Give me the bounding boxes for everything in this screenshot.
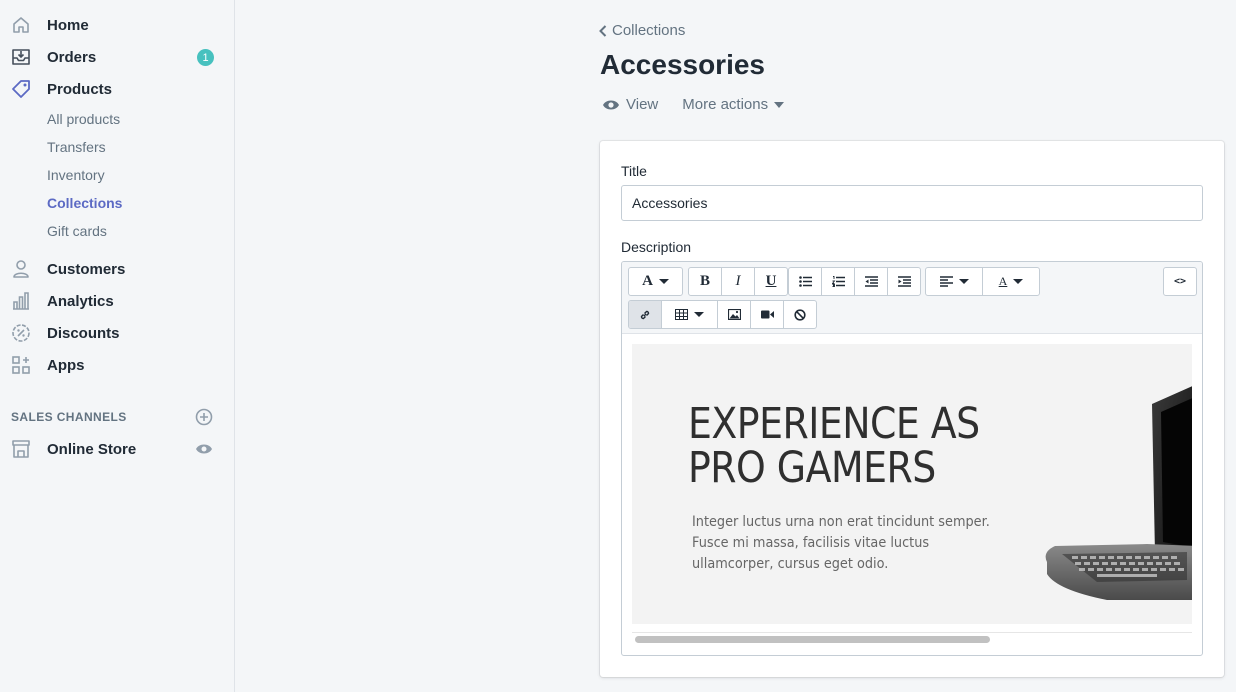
store-icon [10,438,32,460]
sidebar-subitem-gift-cards[interactable]: Gift cards [47,223,107,239]
breadcrumb-label: Collections [612,22,686,39]
code-view-group: <> [1163,267,1197,296]
link-icon [640,310,650,319]
text-color-icon: A [998,274,1008,288]
nav-item-label: Orders [47,48,97,66]
nav-item-label: Discounts [47,324,120,342]
scrollbar-thumb[interactable] [635,636,990,643]
bar-chart-icon [10,290,32,312]
italic-button[interactable]: I [722,268,755,295]
sidebar-subitem-all-products[interactable]: All products [47,111,120,127]
outdent-icon [864,276,878,287]
add-sales-channel-icon[interactable] [195,408,213,426]
font-style-dropdown[interactable]: A [629,268,682,295]
view-button[interactable]: View [602,96,658,113]
nav-item-analytics[interactable]: Analytics [0,285,234,317]
insert-group [628,300,817,329]
caret-down-icon [1013,279,1024,284]
hero-heading-line: PRO GAMERS [688,443,936,493]
sidebar: Home Orders 1 Products All products Tran… [0,0,235,692]
font-style-group: A [628,267,683,296]
indent-button[interactable] [888,268,920,295]
nav-item-customers[interactable]: Customers [0,253,234,285]
person-icon [10,258,32,280]
table-icon [675,309,688,320]
bullet-list-button[interactable] [789,268,822,295]
bullet-list-icon [798,276,812,287]
align-left-icon [939,276,953,287]
insert-link-button[interactable] [629,301,662,328]
list-indent-group [788,267,921,296]
orders-count-badge: 1 [197,49,214,66]
view-button-label: View [626,96,659,113]
caret-down-icon [694,312,704,317]
insert-image-button[interactable] [718,301,751,328]
underline-button[interactable]: U [755,268,787,295]
nav-item-label: Customers [47,260,126,278]
title-label: Title [621,163,647,179]
nav-item-label: Online Store [47,440,137,458]
editor-toolbar: A B I U A <> [622,262,1202,334]
editor-content-area[interactable]: EXPERIENCE AS PRO GAMERS Integer luctus … [632,344,1192,624]
caret-down-icon [774,101,785,108]
collection-details-card: Title Description A B I U [600,141,1224,677]
sidebar-subitem-inventory[interactable]: Inventory [47,167,105,183]
rich-text-editor: A B I U A <> EXPERIENCE AS PRO GAMERS In… [621,261,1203,656]
nav-item-label: Products [47,80,113,98]
page-actions: View More actions [602,96,785,113]
hero-body-text: Integer luctus urna non erat tincidunt s… [692,514,990,572]
nav-item-home[interactable]: Home [0,9,234,41]
orders-icon [10,46,32,68]
sales-channels-heading: SALES CHANNELS [11,410,127,424]
discount-icon [10,322,32,344]
breadcrumb[interactable]: Collections [599,22,685,39]
horizontal-scrollbar[interactable] [632,632,1192,643]
description-label: Description [621,239,692,255]
nav-item-orders[interactable]: Orders 1 [0,41,234,73]
insert-table-dropdown[interactable] [662,301,718,328]
title-input[interactable] [621,185,1203,221]
text-format-group: B I U [688,267,788,296]
font-icon: A [642,273,653,289]
nav-item-discounts[interactable]: Discounts [0,317,234,349]
nav-item-label: Analytics [47,292,114,310]
tag-icon [10,78,32,100]
nav-item-label: Apps [47,356,85,374]
apps-icon [10,354,32,376]
caret-down-icon [958,279,969,284]
numbered-list-button[interactable] [822,268,855,295]
outdent-button[interactable] [855,268,888,295]
more-actions-button[interactable]: More actions [682,96,785,113]
text-color-dropdown[interactable]: A [983,268,1039,295]
nav-item-apps[interactable]: Apps [0,349,234,381]
sidebar-subitem-collections[interactable]: Collections [47,195,122,211]
eye-icon [603,100,619,109]
more-actions-label: More actions [682,96,769,113]
indent-icon [897,276,911,287]
image-icon [727,309,741,320]
nav-item-products[interactable]: Products [0,73,234,105]
hero-heading: EXPERIENCE AS PRO GAMERS [688,402,980,490]
chevron-left-icon [599,24,607,37]
bold-button[interactable]: B [689,268,722,295]
align-dropdown[interactable] [926,268,983,295]
clear-formatting-button[interactable] [784,301,816,328]
insert-video-button[interactable] [751,301,784,328]
page-title: Accessories [600,49,766,80]
sidebar-subitem-transfers[interactable]: Transfers [47,139,106,155]
align-color-group: A [925,267,1040,296]
html-view-button[interactable]: <> [1164,268,1196,295]
numbered-list-icon [831,276,845,287]
clear-formatting-icon [794,308,806,321]
home-icon [10,14,32,36]
view-online-store-eye-icon[interactable] [195,441,213,457]
caret-down-icon [658,279,669,284]
nav-item-label: Home [47,16,89,34]
video-icon [760,310,774,319]
laptop-keyboard-image [1045,386,1192,600]
hero-heading-line: EXPERIENCE AS [688,399,980,449]
